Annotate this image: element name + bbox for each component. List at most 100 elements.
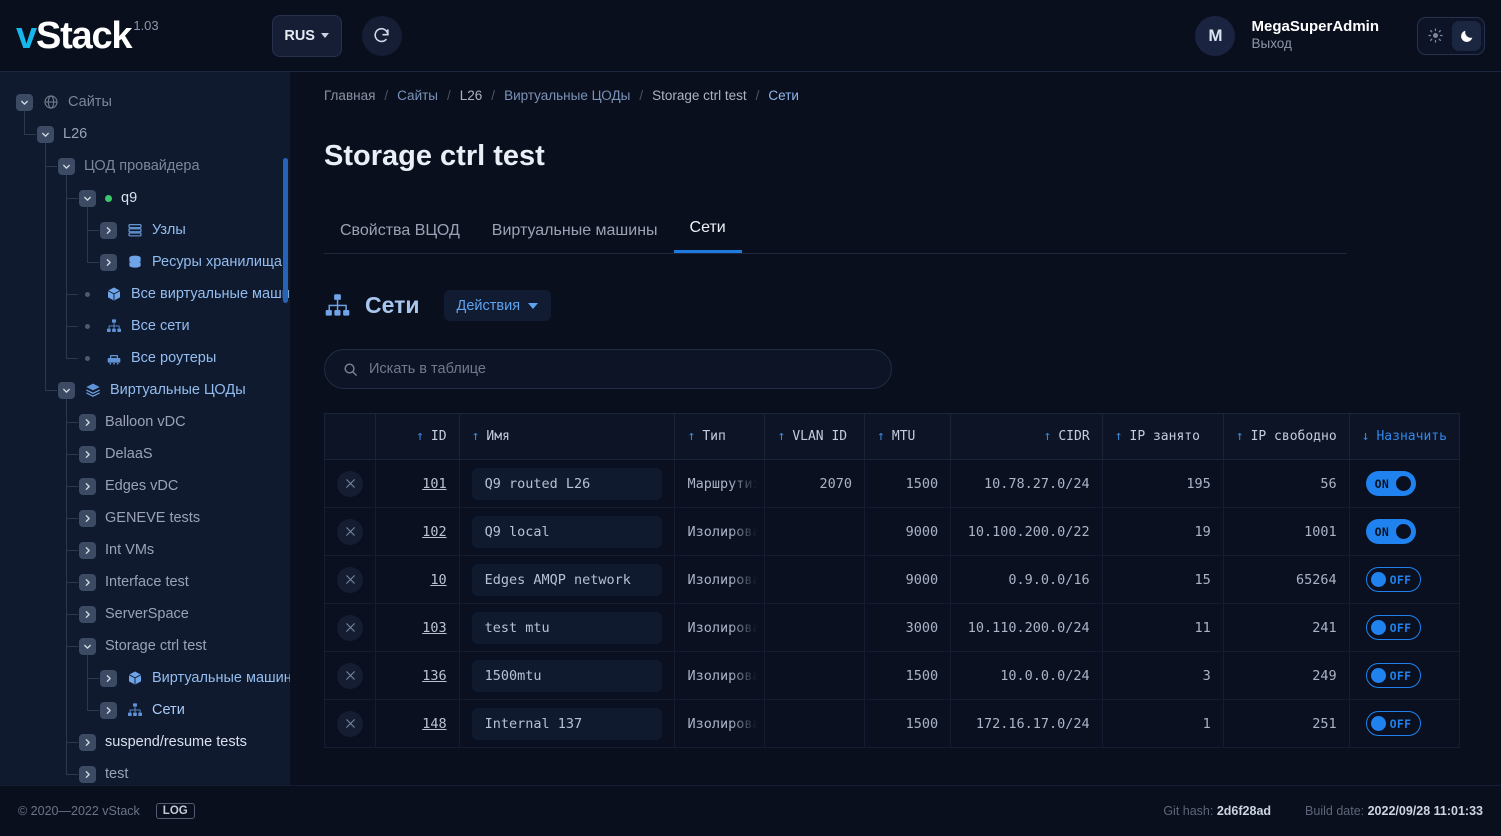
language-selector[interactable]: RUS bbox=[271, 14, 342, 57]
column-header-cidr[interactable]: ↑ CIDR bbox=[950, 413, 1103, 460]
delete-row-button[interactable] bbox=[337, 566, 363, 593]
chevron-right-icon[interactable] bbox=[79, 445, 96, 463]
chevron-down-icon[interactable] bbox=[79, 189, 96, 207]
assign-toggle[interactable]: OFF bbox=[1365, 711, 1422, 736]
network-id-link[interactable]: 101 bbox=[422, 476, 446, 492]
column-header-id[interactable]: ↑ ID bbox=[375, 413, 460, 460]
sidebar-item-q9[interactable]: q9 bbox=[0, 182, 290, 214]
network-name-field[interactable]: Q9 routed L26 bbox=[471, 467, 662, 500]
table-row[interactable]: 136 1500mtu Изолированная 150010.0.0.0/2432… bbox=[324, 651, 1461, 700]
network-id-link[interactable]: 103 bbox=[422, 620, 446, 636]
column-header-assign[interactable]: ↓ Назначить bbox=[1348, 413, 1461, 460]
assign-toggle[interactable]: OFF bbox=[1365, 615, 1422, 640]
chevron-down-icon[interactable] bbox=[58, 381, 75, 399]
network-name-field[interactable]: Edges AMQP network bbox=[471, 563, 662, 596]
network-name-field[interactable]: Internal 137 bbox=[471, 707, 662, 740]
table-row[interactable]: 103 test mtu Изолированная 300010.110.200.0… bbox=[324, 603, 1461, 652]
delete-row-button[interactable] bbox=[337, 710, 363, 737]
delete-row-button[interactable] bbox=[337, 662, 363, 689]
network-name-field[interactable]: Q9 local bbox=[471, 515, 662, 548]
column-header-type[interactable]: ↑ Тип bbox=[674, 413, 766, 460]
chevron-right-icon[interactable] bbox=[79, 509, 96, 527]
delete-row-button[interactable] bbox=[337, 614, 363, 641]
network-name-field[interactable]: 1500mtu bbox=[471, 659, 662, 692]
breadcrumb-item-3[interactable]: Виртуальные ЦОДы bbox=[504, 88, 630, 103]
chevron-right-icon[interactable] bbox=[79, 765, 96, 783]
log-button[interactable]: LOG bbox=[155, 803, 195, 819]
sidebar-item-l26[interactable]: L26 bbox=[0, 118, 290, 150]
table-search[interactable] bbox=[324, 349, 892, 389]
table-row[interactable]: 101 Q9 routed L26 Маршрутизируемая20701500… bbox=[324, 459, 1461, 508]
tab-0[interactable]: Свойства ВЦОД bbox=[324, 212, 476, 253]
sidebar-item-geneve-tests[interactable]: GENEVE tests bbox=[0, 502, 290, 534]
column-header-name[interactable]: ↑ Имя bbox=[458, 413, 676, 460]
sidebar-item-edges-vdc[interactable]: Edges vDC bbox=[0, 470, 290, 502]
theme-light-button[interactable] bbox=[1421, 21, 1450, 51]
chevron-right-icon[interactable] bbox=[100, 701, 117, 719]
chevron-right-icon[interactable] bbox=[79, 413, 96, 431]
actions-button[interactable]: Действия bbox=[443, 290, 552, 321]
sidebar-item-delaas[interactable]: DelaaS bbox=[0, 438, 290, 470]
breadcrumb-item-1[interactable]: Сайты bbox=[397, 88, 438, 103]
vstack-logo[interactable]: vStack 1.03 bbox=[16, 16, 159, 56]
sidebar-item-все-сети[interactable]: Все сети bbox=[0, 310, 290, 342]
delete-row-button[interactable] bbox=[337, 518, 363, 545]
assign-toggle[interactable]: OFF bbox=[1365, 663, 1422, 688]
table-row[interactable]: 10 Edges AMQP network Изолированная 90000.9… bbox=[324, 555, 1461, 604]
network-id-link[interactable]: 10 bbox=[430, 572, 446, 588]
theme-dark-button[interactable] bbox=[1452, 20, 1481, 51]
column-header-busy[interactable]: ↑ IP занято bbox=[1101, 413, 1224, 460]
network-name-field[interactable]: test mtu bbox=[471, 611, 662, 644]
sidebar-item-сети[interactable]: Сети bbox=[0, 694, 290, 726]
sidebar-item-serverspace[interactable]: ServerSpace bbox=[0, 598, 290, 630]
sidebar-item-storage-ctrl-test[interactable]: Storage ctrl test bbox=[0, 630, 290, 662]
table-row[interactable]: 148 Internal 137 Изолированная 1500172.16.1… bbox=[324, 699, 1461, 748]
sidebar-item-виртуальные-машины[interactable]: Виртуальные машины bbox=[0, 662, 290, 694]
sidebar-item-int-vms[interactable]: Int VMs bbox=[0, 534, 290, 566]
tab-1[interactable]: Виртуальные машины bbox=[476, 212, 674, 253]
sidebar-item-все-роутеры[interactable]: Все роутеры bbox=[0, 342, 290, 374]
logout-link[interactable]: Выход bbox=[1251, 36, 1379, 53]
breadcrumb-item-0[interactable]: Главная bbox=[324, 88, 375, 103]
refresh-button[interactable] bbox=[361, 15, 402, 56]
network-id-link[interactable]: 148 bbox=[422, 716, 446, 732]
sidebar-item-balloon-vdc[interactable]: Balloon vDC bbox=[0, 406, 290, 438]
sidebar-item-узлы[interactable]: Узлы bbox=[0, 214, 290, 246]
breadcrumb-item-2[interactable]: L26 bbox=[460, 88, 483, 103]
chevron-right-icon[interactable] bbox=[79, 541, 96, 559]
sidebar-item-ресуры-хранилища[interactable]: Ресуры хранилища bbox=[0, 246, 290, 278]
sidebar-item-все-виртуальные-машины[interactable]: Все виртуальные машины bbox=[0, 278, 290, 310]
sidebar-item-interface-test[interactable]: Interface test bbox=[0, 566, 290, 598]
assign-toggle[interactable]: ON bbox=[1365, 519, 1417, 544]
avatar[interactable]: M bbox=[1195, 15, 1236, 56]
network-id-link[interactable]: 102 bbox=[422, 524, 446, 540]
sidebar-scrollbar[interactable] bbox=[283, 158, 288, 303]
assign-toggle[interactable]: OFF bbox=[1365, 567, 1422, 592]
chevron-right-icon[interactable] bbox=[100, 253, 117, 271]
sidebar-item-test[interactable]: test bbox=[0, 758, 290, 785]
chevron-down-icon[interactable] bbox=[16, 93, 33, 111]
table-row[interactable]: 102 Q9 local Изолированная 900010.100.200.0… bbox=[324, 507, 1461, 556]
delete-row-button[interactable] bbox=[337, 470, 363, 497]
assign-toggle[interactable]: ON bbox=[1365, 471, 1417, 496]
chevron-right-icon[interactable] bbox=[79, 477, 96, 495]
breadcrumb-item-5[interactable]: Сети bbox=[768, 88, 799, 103]
column-header-free[interactable]: ↑ IP свободно bbox=[1222, 413, 1350, 460]
chevron-down-icon[interactable] bbox=[37, 125, 54, 143]
chevron-right-icon[interactable] bbox=[100, 669, 117, 687]
chevron-right-icon[interactable] bbox=[79, 605, 96, 623]
tab-2[interactable]: Сети bbox=[673, 209, 742, 253]
chevron-down-icon[interactable] bbox=[79, 637, 96, 655]
column-header-vlan[interactable]: ↑ VLAN ID bbox=[764, 413, 866, 460]
chevron-right-icon[interactable] bbox=[79, 573, 96, 591]
sidebar-item-виртуальные-цоды[interactable]: Виртуальные ЦОДы bbox=[0, 374, 290, 406]
column-header-mtu[interactable]: ↑ MTU bbox=[864, 413, 952, 460]
chevron-right-icon[interactable] bbox=[100, 221, 117, 239]
sidebar-item-suspend-resume-tests[interactable]: suspend/resume tests bbox=[0, 726, 290, 758]
sidebar-item-цод-провайдера[interactable]: ЦОД провайдера bbox=[0, 150, 290, 182]
chevron-down-icon[interactable] bbox=[58, 157, 75, 175]
sidebar-item-сайты[interactable]: Сайты bbox=[0, 86, 290, 118]
search-input[interactable] bbox=[369, 361, 873, 377]
breadcrumb-item-4[interactable]: Storage ctrl test bbox=[652, 88, 747, 103]
chevron-right-icon[interactable] bbox=[79, 733, 96, 751]
